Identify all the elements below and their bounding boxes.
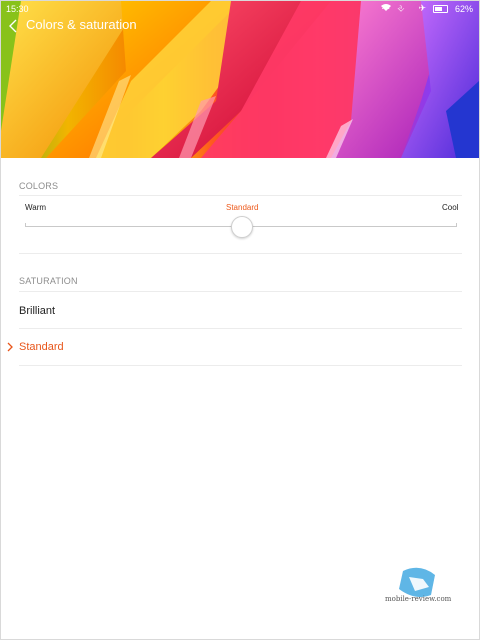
battery-percent: 62% <box>454 3 473 14</box>
colors-section-label: COLORS <box>19 181 59 191</box>
battery-icon <box>432 4 448 13</box>
slider-standard-label: Standard <box>226 203 259 212</box>
colors-divider <box>19 195 462 196</box>
watermark-text: mobile-review.com <box>385 595 452 603</box>
slider-warm-label: Warm <box>25 203 47 212</box>
option-label: Standard <box>19 341 64 353</box>
airplane-icon: ✈ <box>418 3 426 13</box>
status-bar: 15:30 ⋯ ⎀ ✈ 62% <box>1 1 479 17</box>
status-icons: ⋯ ⎀ ✈ 62% <box>381 3 473 14</box>
page-title: Colors & saturation <box>26 17 137 32</box>
back-button[interactable] <box>7 16 21 36</box>
settings-screen: 15:30 ⋯ ⎀ ✈ 62% Colors & saturation COLO… <box>0 0 480 640</box>
saturation-option-standard[interactable]: Standard <box>1 329 479 365</box>
watermark-logo <box>399 567 435 597</box>
colors-bottom-divider <box>19 253 462 254</box>
chevron-left-icon <box>9 19 17 33</box>
option-bottom-divider <box>19 365 462 366</box>
slider-cool-label: Cool <box>442 203 459 212</box>
alarm-off-icon: ⎀ <box>397 3 405 13</box>
saturation-option-brilliant[interactable]: Brilliant <box>1 292 479 328</box>
status-time: 15:30 <box>6 4 29 14</box>
header-artwork: 15:30 ⋯ ⎀ ✈ 62% Colors & saturation <box>1 1 479 158</box>
slider-tick-start <box>25 223 26 227</box>
saturation-section-label: SATURATION <box>19 276 78 286</box>
color-temperature-slider-thumb[interactable] <box>231 216 253 238</box>
slider-tick-end <box>456 223 457 227</box>
option-label: Brilliant <box>19 305 56 317</box>
chevron-right-selected-icon <box>7 342 13 352</box>
